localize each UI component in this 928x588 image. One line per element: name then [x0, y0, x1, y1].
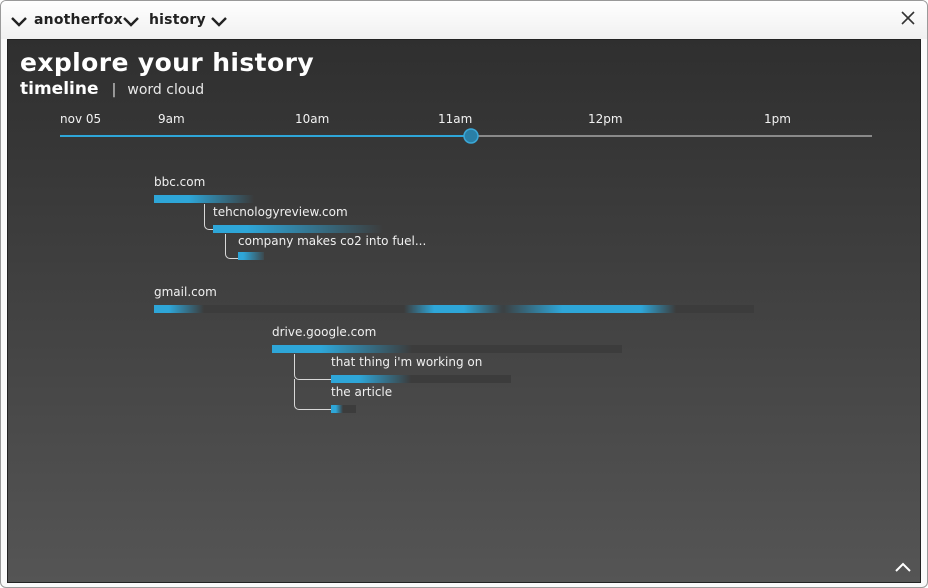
visit-bar[interactable] — [331, 405, 343, 413]
visit-bar[interactable] — [272, 345, 412, 353]
tree-connector — [294, 379, 331, 410]
chevron-down-icon[interactable] — [210, 13, 228, 29]
chevron-down-icon[interactable] — [10, 13, 28, 29]
app-menu-label[interactable]: anotherfox — [34, 12, 123, 28]
close-icon[interactable] — [899, 9, 917, 27]
visit-bar[interactable] — [154, 195, 254, 203]
timeline-scrubber-handle[interactable] — [463, 128, 479, 144]
site-label-bbc[interactable]: bbc.com — [154, 175, 205, 189]
visit-bar[interactable] — [154, 305, 204, 313]
site-label-gmail[interactable]: gmail.com — [154, 285, 217, 299]
page-label-working-doc[interactable]: that thing i'm working on — [331, 355, 482, 369]
visit-bar[interactable] — [501, 305, 676, 313]
tree-connector — [294, 354, 331, 380]
visit-bar[interactable] — [404, 305, 504, 313]
timeline-axis[interactable] — [8, 40, 920, 160]
site-label-drive[interactable]: drive.google.com — [272, 325, 376, 339]
tree-connector — [225, 234, 238, 259]
title-bar: anotherfox history — [1, 1, 927, 39]
visit-bar[interactable] — [331, 375, 411, 383]
chevron-up-icon[interactable] — [894, 560, 912, 574]
page-label-co2-article[interactable]: company makes co2 into fuel... — [238, 234, 426, 248]
history-menu-label[interactable]: history — [149, 12, 206, 28]
app-window: anotherfox history explore your history … — [0, 0, 928, 588]
visit-bar[interactable] — [213, 225, 383, 233]
visit-bar[interactable] — [238, 252, 264, 260]
page-label-the-article[interactable]: the article — [331, 385, 392, 399]
chevron-down-icon[interactable] — [122, 13, 140, 29]
site-label-technologyreview[interactable]: tehcnologyreview.com — [213, 205, 348, 219]
history-panel: explore your history timeline | word clo… — [7, 39, 921, 583]
